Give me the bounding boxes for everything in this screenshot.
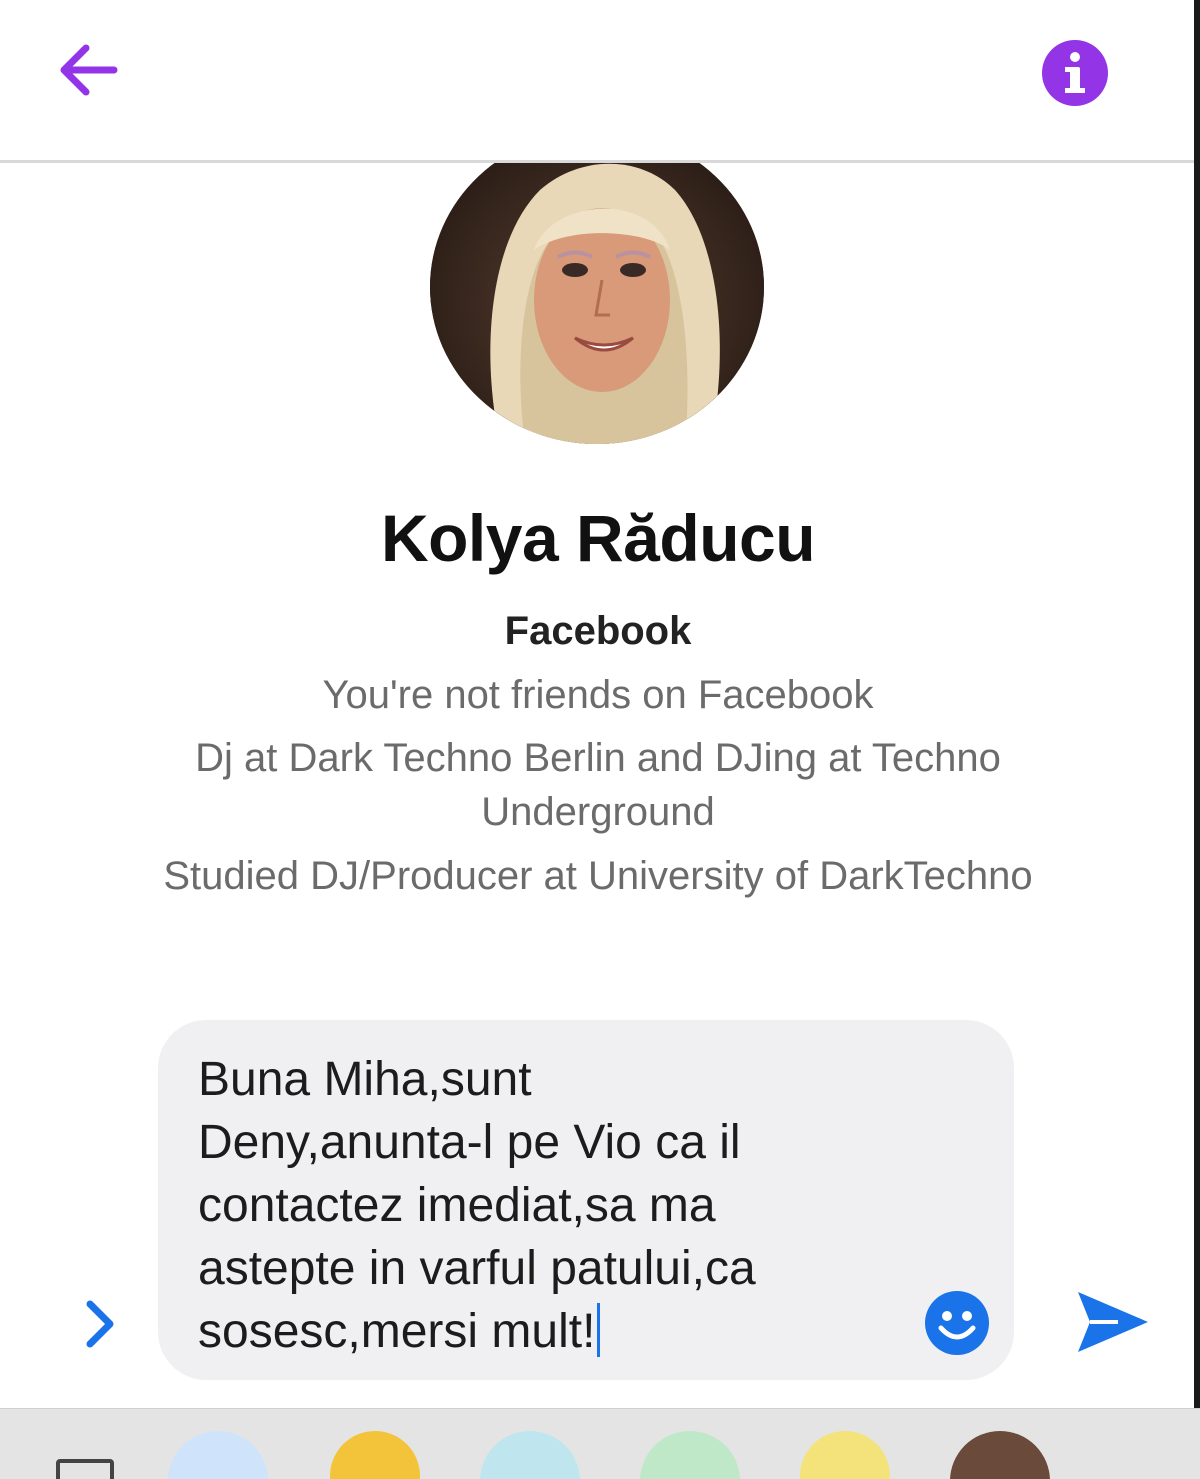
- app-shortcut-2[interactable]: [330, 1431, 420, 1479]
- message-composer[interactable]: Buna Miha,sunt Deny,anunta-l pe Vio ca i…: [158, 1020, 1014, 1380]
- profile-name: Kolya Răducu: [380, 501, 816, 575]
- screen-edge: [1194, 0, 1200, 1478]
- bottom-app-tray: [0, 1408, 1200, 1479]
- emoji-button[interactable]: [924, 1290, 990, 1356]
- app-shortcut-6[interactable]: [950, 1431, 1050, 1479]
- conversation-header: [0, 0, 1200, 163]
- arrow-left-icon: [60, 44, 118, 96]
- back-button[interactable]: [52, 36, 132, 106]
- smiley-icon: [925, 1291, 989, 1355]
- info-button[interactable]: [1040, 38, 1110, 108]
- app-shortcut-1[interactable]: [168, 1431, 268, 1479]
- app-shortcut-5[interactable]: [800, 1431, 890, 1479]
- message-input-value: Buna Miha,sunt Deny,anunta-l pe Vio ca i…: [198, 1053, 756, 1358]
- send-button[interactable]: [1072, 1284, 1152, 1360]
- expand-actions-button[interactable]: [78, 1296, 122, 1352]
- work-info-line-1: Dj at Dark Techno Berlin and DJing at Te…: [195, 736, 1001, 780]
- chevron-right-icon: [86, 1300, 114, 1348]
- info-circle-icon: [1042, 40, 1108, 106]
- send-icon: [1078, 1292, 1148, 1352]
- profile-source: Facebook: [504, 609, 692, 653]
- message-input[interactable]: Buna Miha,sunt Deny,anunta-l pe Vio ca i…: [198, 1048, 898, 1363]
- keyboard-icon[interactable]: [56, 1459, 114, 1479]
- profile-avatar[interactable]: [430, 130, 764, 444]
- friend-status: You're not friends on Facebook: [322, 673, 874, 717]
- avatar-photo: [430, 130, 764, 444]
- education-info: Studied DJ/Producer at University of Dar…: [163, 854, 1033, 898]
- text-caret: [597, 1303, 601, 1357]
- work-info-line-2: Underground: [481, 790, 715, 834]
- app-shortcut-3[interactable]: [480, 1431, 580, 1479]
- app-shortcut-4[interactable]: [640, 1431, 740, 1479]
